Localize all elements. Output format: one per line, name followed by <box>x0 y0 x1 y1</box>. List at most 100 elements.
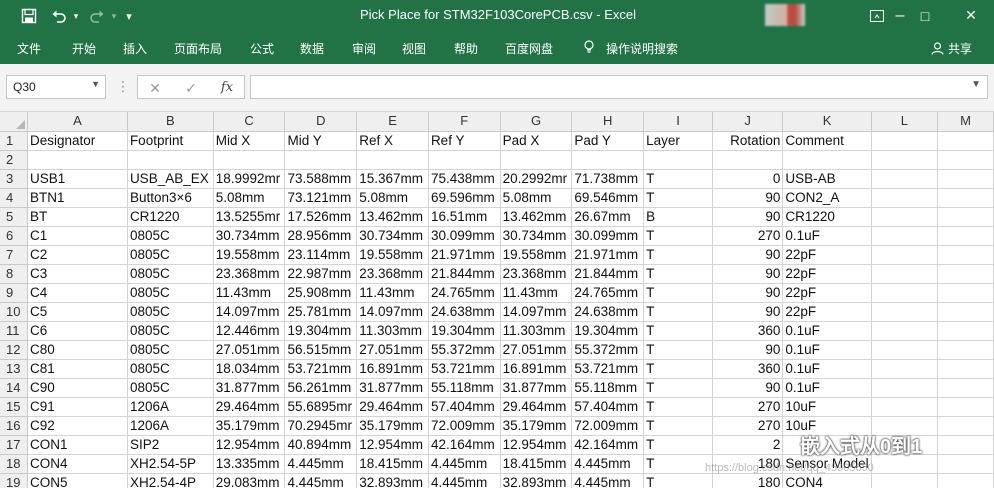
cell[interactable] <box>284 150 358 170</box>
cell[interactable]: 22pF <box>782 283 872 303</box>
cell[interactable]: T <box>643 169 713 189</box>
cell[interactable]: 4.445mm <box>428 473 501 488</box>
cell[interactable]: 75.438mm <box>428 169 501 189</box>
cell[interactable]: 23.368mm <box>500 264 573 284</box>
cell[interactable]: T <box>643 378 713 398</box>
cell[interactable]: CON5 <box>27 473 128 488</box>
cell[interactable]: 90 <box>712 302 784 322</box>
row-header[interactable]: 17 <box>0 435 29 455</box>
cell[interactable]: 73.588mm <box>284 169 358 189</box>
cell[interactable]: 55.118mm <box>571 378 645 398</box>
cell[interactable]: 35.179mm <box>213 416 286 436</box>
cell[interactable]: T <box>643 321 713 341</box>
save-icon[interactable] <box>18 5 40 27</box>
cell[interactable]: 11.303mm <box>500 321 573 341</box>
cell[interactable]: XH2.54-5P <box>127 454 214 474</box>
cell[interactable] <box>643 150 713 170</box>
cell[interactable]: T <box>643 454 713 474</box>
row-header[interactable]: 15 <box>0 397 29 417</box>
formula-bar-grip-icon[interactable]: ⋮ <box>116 78 130 95</box>
cell[interactable] <box>937 378 994 398</box>
cell[interactable]: 57.404mm <box>571 397 645 417</box>
cell[interactable] <box>871 264 939 284</box>
cell[interactable]: 0805C <box>127 264 214 284</box>
lightbulb-icon[interactable] <box>583 40 595 57</box>
share-button[interactable]: 共享 <box>931 40 972 57</box>
cell[interactable]: C6 <box>27 321 128 341</box>
cell[interactable]: 20.2992mr <box>500 169 573 189</box>
cell[interactable]: 56.261mm <box>284 378 358 398</box>
cell[interactable]: T <box>643 226 713 246</box>
cell[interactable]: C81 <box>27 359 128 379</box>
cell[interactable] <box>871 207 939 227</box>
row-header[interactable]: 14 <box>0 378 29 398</box>
row-header[interactable]: 6 <box>0 226 29 246</box>
cell[interactable] <box>937 226 994 246</box>
cell[interactable]: C91 <box>27 397 128 417</box>
cell[interactable]: T <box>643 245 713 265</box>
cell[interactable]: Layer <box>643 131 713 151</box>
cell[interactable]: Footprint <box>127 131 214 151</box>
cell[interactable]: 29.464mm <box>500 397 573 417</box>
cell[interactable]: 0.1uF <box>782 359 872 379</box>
cell[interactable]: 5.08mm <box>356 188 429 208</box>
cell[interactable]: 21.844mm <box>428 264 501 284</box>
cell[interactable]: 22pF <box>782 302 872 322</box>
cell[interactable]: 5.08mm <box>500 188 573 208</box>
cell[interactable] <box>871 302 939 322</box>
cell[interactable] <box>937 340 994 360</box>
cell[interactable]: C92 <box>27 416 128 436</box>
close-button[interactable]: ✕ <box>948 0 994 31</box>
chevron-down-icon[interactable]: ▼ <box>91 79 100 89</box>
cell[interactable]: 40.894mm <box>284 435 358 455</box>
cell[interactable]: 30.734mm <box>500 226 573 246</box>
cell[interactable]: 0.1uF <box>782 321 872 341</box>
cell[interactable]: 69.596mm <box>428 188 501 208</box>
cell[interactable]: 14.097mm <box>356 302 429 322</box>
cell[interactable]: C5 <box>27 302 128 322</box>
cell[interactable] <box>428 150 501 170</box>
cell[interactable]: 27.051mm <box>500 340 573 360</box>
cell[interactable] <box>27 150 128 170</box>
cell[interactable] <box>937 264 994 284</box>
tab-home[interactable]: 开始 <box>72 40 96 57</box>
cell[interactable]: 18.415mm <box>356 454 429 474</box>
cell[interactable]: Pad Y <box>571 131 645 151</box>
cell[interactable]: 13.335mm <box>213 454 286 474</box>
cell[interactable]: T <box>643 416 713 436</box>
undo-icon[interactable] <box>48 5 70 27</box>
cell[interactable]: 1206A <box>127 397 214 417</box>
cell[interactable]: 35.179mm <box>500 416 573 436</box>
row-header[interactable]: 10 <box>0 302 29 322</box>
select-all-button[interactable] <box>0 112 29 132</box>
cell[interactable]: 18.034mm <box>213 359 286 379</box>
cell[interactable]: 22pF <box>782 245 872 265</box>
cell[interactable] <box>213 150 286 170</box>
cell[interactable]: Button3×6 <box>127 188 214 208</box>
cell[interactable]: 0805C <box>127 226 214 246</box>
cell[interactable]: 12.446mm <box>213 321 286 341</box>
cell[interactable]: Comment <box>782 131 872 151</box>
cell[interactable]: 13.462mm <box>356 207 429 227</box>
cell[interactable]: 22.987mm <box>284 264 358 284</box>
cell[interactable]: 0805C <box>127 283 214 303</box>
cell[interactable]: 180 <box>712 473 784 488</box>
cell[interactable]: 69.546mm <box>571 188 645 208</box>
cell[interactable]: T <box>643 283 713 303</box>
cell[interactable]: 32.893mm <box>356 473 429 488</box>
cell[interactable]: 19.558mm <box>356 245 429 265</box>
cell[interactable] <box>871 321 939 341</box>
cell[interactable]: T <box>643 435 713 455</box>
column-header-e[interactable]: E <box>356 112 429 132</box>
cell[interactable] <box>127 150 214 170</box>
column-header-g[interactable]: G <box>500 112 573 132</box>
cell[interactable] <box>871 340 939 360</box>
cell[interactable]: 16.891mm <box>500 359 573 379</box>
cell[interactable]: 72.009mm <box>571 416 645 436</box>
cell[interactable]: T <box>643 340 713 360</box>
tab-insert[interactable]: 插入 <box>123 40 147 57</box>
cell[interactable] <box>937 150 994 170</box>
cell[interactable]: 23.368mm <box>213 264 286 284</box>
cell[interactable] <box>937 435 994 455</box>
cell[interactable]: 0 <box>712 169 784 189</box>
